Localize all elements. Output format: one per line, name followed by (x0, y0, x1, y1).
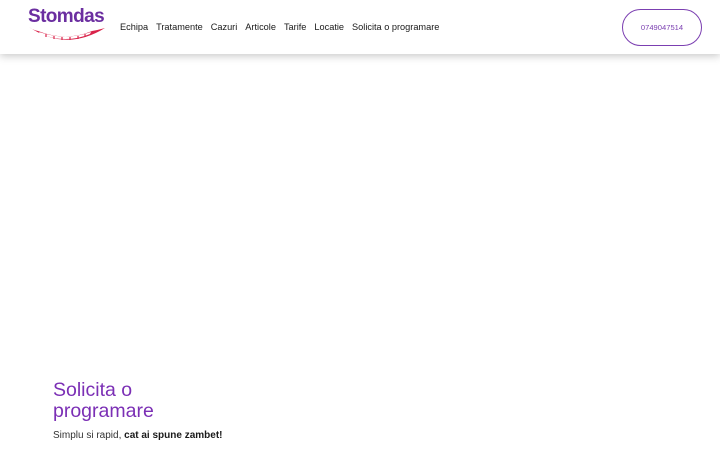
nav-item-programare[interactable]: Solicita o programare (352, 20, 439, 34)
hero-subtitle: Simplu si rapid, cat ai spune zambet! (53, 429, 353, 442)
nav-item-cazuri[interactable]: Cazuri (211, 20, 238, 34)
hero-subtitle-bold: cat ai spune zambet! (124, 430, 223, 441)
nav-item-articole[interactable]: Articole (245, 20, 276, 34)
nav-item-tarife[interactable]: Tarife (284, 20, 306, 34)
main-nav: Echipa Tratamente Cazuri Articole Tarife… (120, 20, 439, 34)
nav-item-echipa[interactable]: Echipa (120, 20, 148, 34)
appointment-hero: Solicita o programare Simplu si rapid, c… (53, 380, 353, 442)
hero-subtitle-plain: Simplu si rapid, (53, 430, 125, 441)
brand-logo[interactable]: Stomdas (26, 6, 108, 46)
nav-item-tratamente[interactable]: Tratamente (156, 20, 203, 34)
page-title: Solicita o programare (53, 379, 154, 422)
phone-button[interactable]: 0749047514 (622, 9, 702, 46)
site-header: Stomdas Echipa Tratamente Cazuri Articol… (0, 0, 720, 54)
smile-logo-icon (29, 27, 105, 40)
nav-item-locatie[interactable]: Locatie (314, 20, 344, 34)
